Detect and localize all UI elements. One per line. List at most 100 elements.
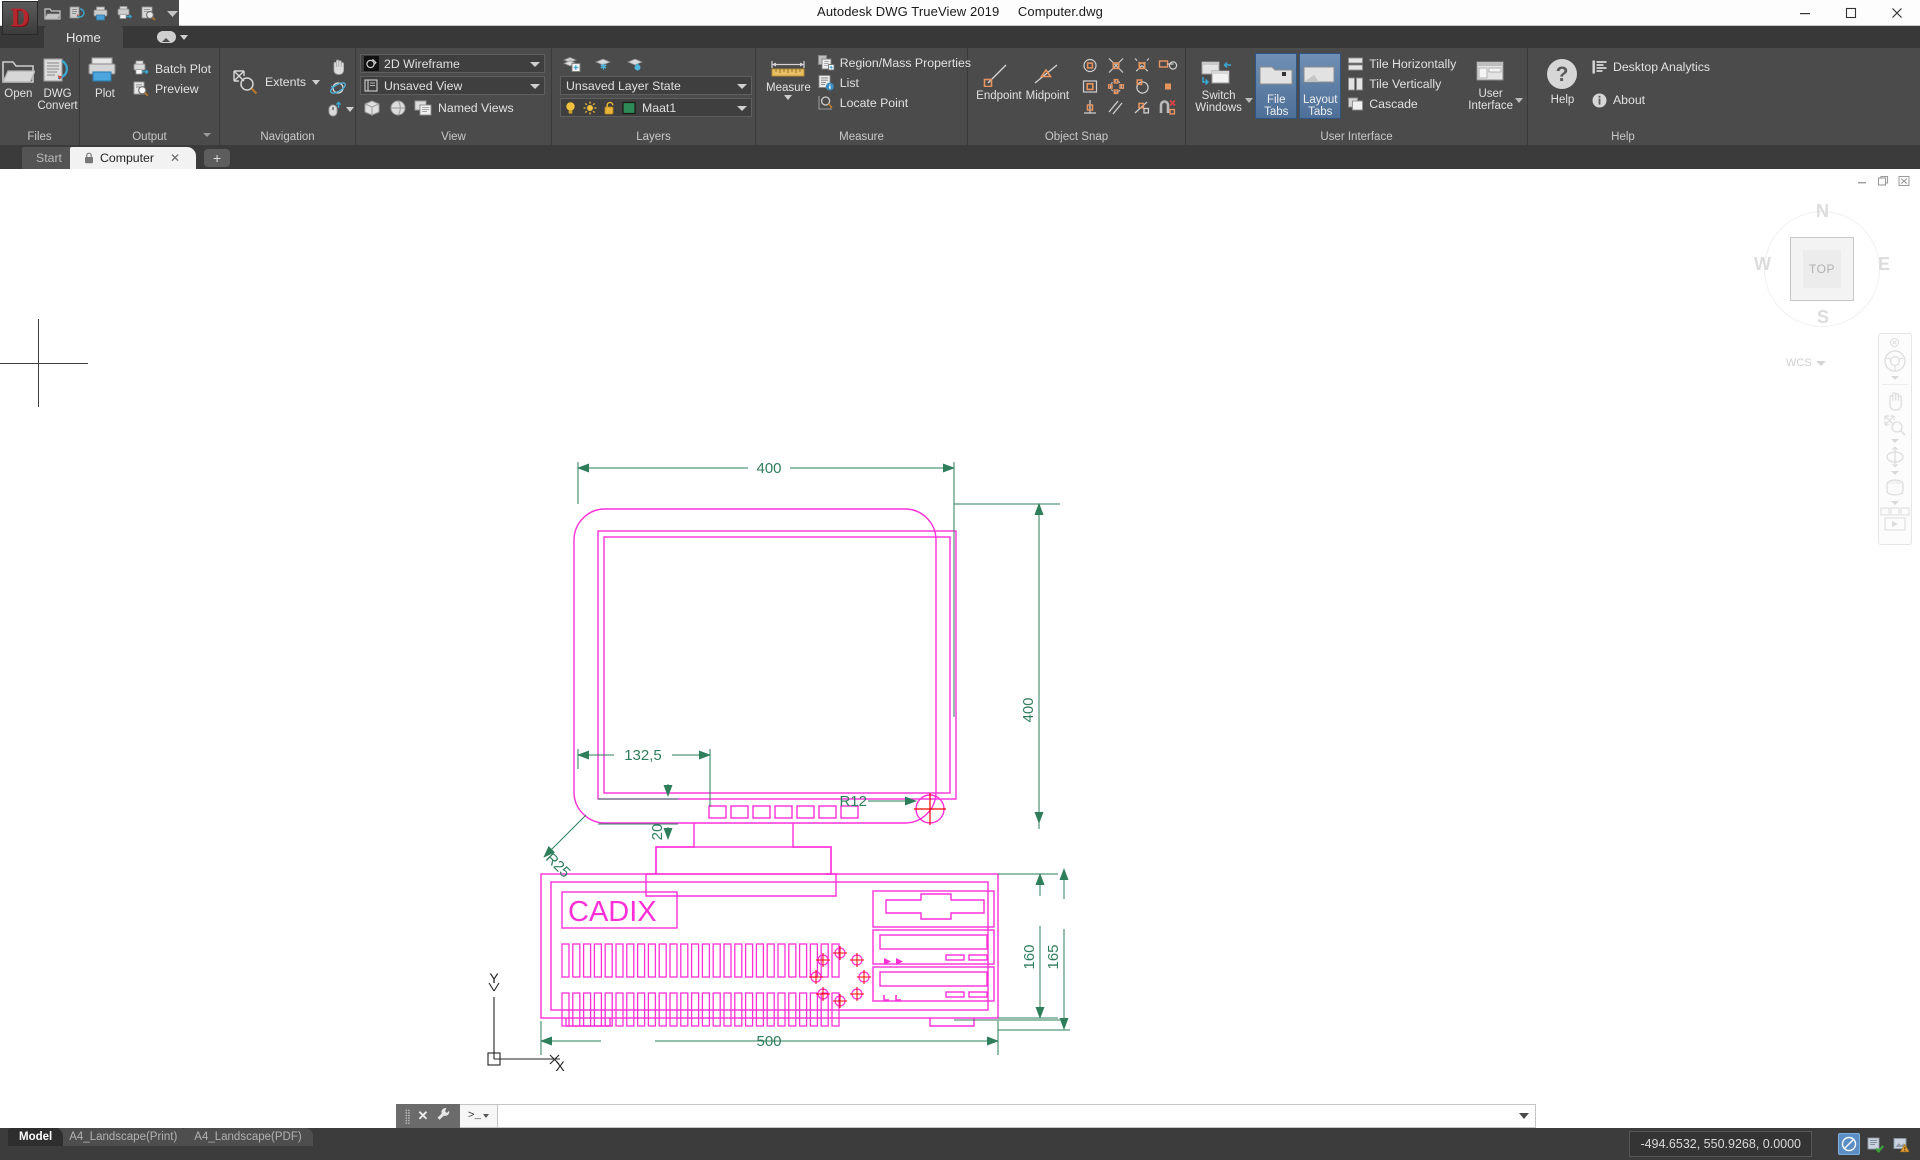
minimize-button[interactable]: [1782, 0, 1828, 26]
batch-plot-button[interactable]: Batch Plot: [128, 59, 215, 79]
switch-windows-dropdown-icon[interactable]: [1245, 98, 1254, 103]
lightbulb-icon[interactable]: [564, 101, 577, 115]
layer-state-combo[interactable]: Unsaved Layer State: [560, 76, 752, 95]
command-line-handle[interactable]: ✕: [396, 1104, 460, 1128]
snap-intersection-icon[interactable]: [1103, 55, 1129, 76]
ribbon-display-options[interactable]: [149, 26, 197, 48]
snap-point-icon[interactable]: [1155, 76, 1181, 97]
close-icon[interactable]: ✕: [418, 1108, 429, 1124]
sun-icon[interactable]: [583, 101, 597, 115]
qat-plot-icon[interactable]: [92, 5, 109, 22]
dim-165: 165: [1045, 944, 1062, 969]
unlock-icon[interactable]: [603, 101, 616, 115]
orbit-icon[interactable]: [324, 77, 352, 99]
locate-point-button[interactable]: Locate Point: [813, 93, 975, 113]
user-interface-dropdown-icon[interactable]: [1515, 98, 1523, 103]
help-button[interactable]: ? Help: [1540, 53, 1585, 106]
dim-400-height: 400: [1020, 697, 1037, 722]
layer-freeze-icon[interactable]: [594, 55, 614, 73]
chevron-down-icon[interactable]: [737, 84, 747, 89]
switch-windows-button[interactable]: Switch Windows: [1194, 53, 1243, 114]
pan-hand-icon[interactable]: [324, 55, 352, 77]
chevron-down-icon[interactable]: [530, 62, 540, 67]
view-preset-combo[interactable]: Unsaved View: [360, 76, 545, 95]
measure-button[interactable]: Measure: [766, 53, 811, 100]
command-prompt-selector[interactable]: >_: [460, 1104, 498, 1128]
drawing-status-warning-icon[interactable]: [1890, 1133, 1912, 1155]
user-interface-button[interactable]: User Interface: [1468, 53, 1513, 112]
dwg-convert-button[interactable]: DWG Convert: [37, 53, 78, 112]
snap-insert-icon[interactable]: [1077, 76, 1103, 97]
box-icon[interactable]: [362, 98, 382, 118]
mouse-zoom-dropdown-icon[interactable]: [346, 106, 355, 112]
application-menu-button[interactable]: D: [2, 1, 38, 35]
qat-open-icon[interactable]: [44, 5, 61, 22]
panel-object-snap-title: Object Snap: [1044, 131, 1109, 143]
zoom-extents-icon[interactable]: [230, 67, 262, 97]
layout-tab-a4-pdf-label: A4_Landscape(PDF): [194, 1131, 302, 1143]
desktop-analytics-button[interactable]: Desktop Analytics: [1587, 57, 1714, 77]
layer-color-swatch[interactable]: [622, 101, 636, 115]
qat-customize-icon[interactable]: [164, 5, 181, 22]
snap-endpoint-button[interactable]: Endpoint: [976, 53, 1022, 102]
command-line[interactable]: ✕ >_: [396, 1104, 1536, 1128]
snap-center-icon[interactable]: [1077, 55, 1103, 76]
wrench-icon[interactable]: [436, 1107, 451, 1125]
snap-parallel-icon[interactable]: [1103, 97, 1129, 118]
snap-none-icon[interactable]: [1155, 97, 1181, 118]
drag-grip-icon[interactable]: [404, 1108, 410, 1124]
snap-extension-icon[interactable]: [1155, 55, 1181, 76]
qat-batch-plot-icon[interactable]: [116, 5, 133, 22]
snap-midpoint-button[interactable]: Midpoint: [1023, 53, 1072, 102]
file-tabs-toggle[interactable]: File Tabs: [1255, 53, 1298, 119]
cascade-button[interactable]: Cascade: [1343, 94, 1460, 114]
maximize-restore-button[interactable]: [1828, 0, 1874, 26]
file-tab-computer[interactable]: Computer ✕: [69, 147, 197, 169]
visual-style-combo[interactable]: 2D Wireframe: [360, 54, 545, 73]
new-file-tab-button[interactable]: +: [204, 149, 231, 167]
tab-home[interactable]: Home: [44, 26, 123, 48]
qat-preview-icon[interactable]: [140, 5, 157, 22]
current-layer-combo[interactable]: Maat1: [560, 98, 752, 117]
layout-tabs-toggle[interactable]: Layout Tabs: [1299, 53, 1342, 119]
close-button[interactable]: [1874, 0, 1920, 26]
open-button[interactable]: Open: [1, 53, 36, 100]
drawing-status-ok-icon[interactable]: [1864, 1133, 1886, 1155]
layer-properties-icon[interactable]: [562, 55, 582, 73]
plot-button[interactable]: Plot: [84, 53, 126, 100]
named-views-icon[interactable]: [414, 99, 432, 117]
coordinate-display[interactable]: -494.6532, 550.9268, 0.0000: [1629, 1131, 1812, 1157]
layout-tab-a4-print[interactable]: A4_Landscape(Print): [58, 1128, 189, 1146]
mouse-zoom-icon[interactable]: [322, 99, 346, 119]
qat-dwg-convert-icon[interactable]: [68, 5, 85, 22]
chevron-down-icon[interactable]: [530, 84, 540, 89]
panel-expand-icon[interactable]: [203, 133, 211, 137]
sphere-icon[interactable]: [388, 98, 408, 118]
preview-button[interactable]: Preview: [128, 79, 215, 99]
snap-apparent-intersection-icon[interactable]: [1129, 55, 1155, 76]
extents-dropdown-icon[interactable]: [312, 79, 321, 85]
layer-off-icon[interactable]: [626, 55, 646, 73]
command-history-icon[interactable]: [1519, 1113, 1529, 1119]
panel-help: ? Help Desktop Analytics About Help: [1528, 48, 1718, 145]
drawing-canvas[interactable]: N S W E TOP WCS CADIX 400 400 132,5 20 R…: [0, 169, 1920, 1100]
named-views-label[interactable]: Named Views: [438, 101, 514, 115]
snap-node-icon[interactable]: [1103, 76, 1129, 97]
no-selection-icon[interactable]: [1838, 1133, 1860, 1155]
chevron-down-icon: [483, 1114, 490, 1118]
snap-quadrant-icon[interactable]: [1129, 76, 1155, 97]
tile-horizontally-button[interactable]: Tile Horizontally: [1343, 54, 1460, 74]
file-tabs-label: File Tabs: [1264, 94, 1289, 118]
close-icon[interactable]: ✕: [170, 151, 180, 165]
snap-tangent-icon[interactable]: [1129, 97, 1155, 118]
measure-dropdown-icon[interactable]: [784, 95, 793, 100]
layout-tab-a4-pdf[interactable]: A4_Landscape(PDF): [183, 1128, 313, 1146]
about-button[interactable]: About: [1587, 90, 1714, 110]
snap-perpendicular-icon[interactable]: [1077, 97, 1103, 118]
region-mass-properties-button[interactable]: Region/Mass Properties: [813, 53, 975, 73]
command-input[interactable]: [498, 1104, 1536, 1128]
tile-vertically-button[interactable]: Tile Vertically: [1343, 74, 1460, 94]
chevron-down-icon[interactable]: [737, 106, 747, 111]
layout-tab-model[interactable]: Model: [8, 1128, 64, 1146]
list-button[interactable]: List: [813, 73, 975, 93]
